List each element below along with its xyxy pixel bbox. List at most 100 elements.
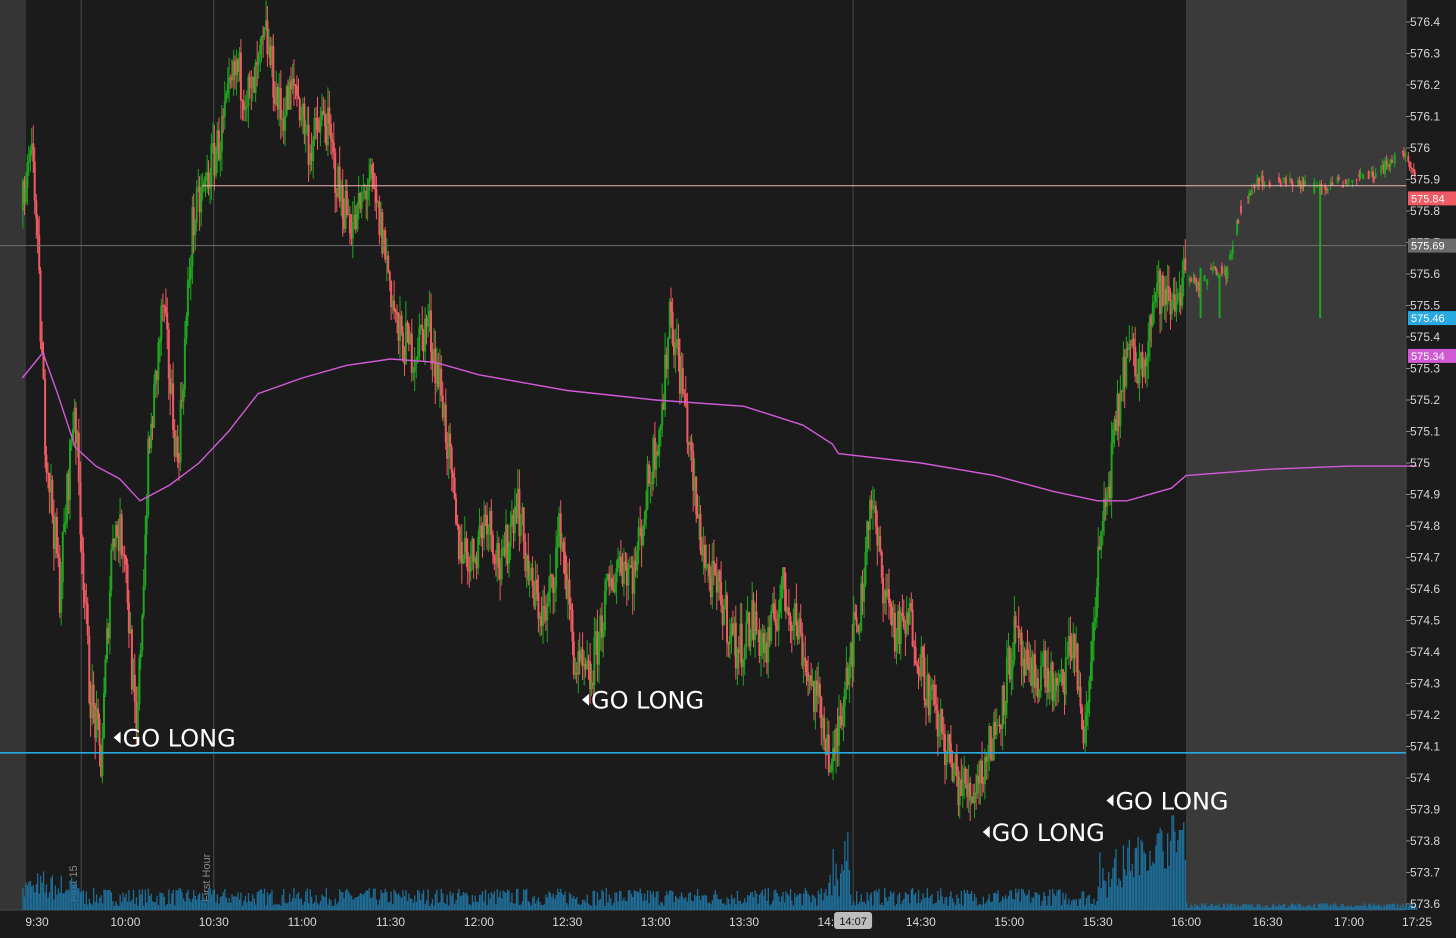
volume-bar xyxy=(464,893,466,910)
volume-bar xyxy=(483,901,485,910)
volume-bar xyxy=(1191,905,1193,910)
candle-body xyxy=(63,523,66,532)
volume-bar xyxy=(726,897,728,910)
candle-body xyxy=(466,552,469,571)
volume-bar xyxy=(129,901,132,910)
volume-bar xyxy=(350,895,353,910)
volume-bar xyxy=(954,904,957,910)
volume-bar xyxy=(779,901,781,910)
candle-body xyxy=(854,612,857,618)
volume-bar xyxy=(1025,895,1027,910)
volume-bar xyxy=(95,894,98,910)
volume-bar xyxy=(492,894,494,910)
volume-bar xyxy=(526,888,528,910)
candle-body xyxy=(153,384,156,428)
candle-body xyxy=(179,400,182,463)
volume-bar xyxy=(784,902,786,910)
volume-bar xyxy=(592,891,594,910)
volume-bar xyxy=(496,889,498,910)
volume-bar xyxy=(124,897,126,910)
volume-bar xyxy=(269,893,271,910)
volume-bar xyxy=(1022,889,1024,910)
volume-bar xyxy=(371,897,373,910)
volume-bar xyxy=(321,894,323,910)
volume-bar xyxy=(174,905,176,910)
volume-bar xyxy=(1108,871,1110,910)
volume-bar xyxy=(766,900,768,910)
candle-body xyxy=(26,162,29,188)
candle-body xyxy=(29,149,32,161)
candle-body xyxy=(1041,665,1044,667)
volume-bar xyxy=(1297,903,1299,910)
volume-bar xyxy=(1289,905,1291,910)
price-tag-label: 575.34 xyxy=(1411,351,1445,363)
volume-bar xyxy=(870,892,873,910)
volume-bar xyxy=(901,900,904,910)
volume-bar xyxy=(814,898,817,910)
volume-bar xyxy=(893,891,895,910)
candle-body xyxy=(452,472,454,478)
candle-body xyxy=(85,602,88,605)
volume-bar xyxy=(580,904,582,910)
volume-bar xyxy=(150,893,152,910)
candle-body xyxy=(182,389,185,401)
candle-body xyxy=(948,734,951,744)
candle-body xyxy=(1359,172,1362,177)
candle-body xyxy=(636,550,639,571)
candle-body xyxy=(986,755,989,762)
candle-body xyxy=(304,126,307,134)
volume-bar xyxy=(85,891,87,910)
candle-body xyxy=(964,768,967,784)
candle-body xyxy=(418,327,421,357)
volume-bar xyxy=(237,892,239,910)
y-tick-label: 575 xyxy=(1410,456,1430,470)
candle-body xyxy=(914,646,917,665)
volume-bar xyxy=(1135,847,1138,910)
volume-bar xyxy=(193,890,195,910)
volume-bar xyxy=(81,891,83,910)
volume-bar xyxy=(177,890,179,910)
volume-bar xyxy=(763,895,765,910)
volume-bar xyxy=(633,890,635,910)
candle-body xyxy=(1094,617,1097,623)
volume-bar xyxy=(187,890,189,910)
volume-bar xyxy=(74,883,76,910)
volume-bar xyxy=(1159,827,1161,910)
volume-bar xyxy=(199,892,201,910)
volume-bar xyxy=(1183,822,1185,910)
volume-bar xyxy=(1133,877,1135,910)
volume-bar xyxy=(587,903,590,910)
volume-bar xyxy=(890,891,892,910)
candle-body xyxy=(32,143,35,162)
volume-bar xyxy=(1335,905,1337,910)
volume-bar xyxy=(825,889,827,910)
volume-bar xyxy=(638,892,640,910)
volume-bar xyxy=(1406,905,1408,910)
volume-bar xyxy=(598,900,600,910)
volume-bar xyxy=(32,885,34,910)
candle-body xyxy=(101,738,104,777)
volume-bar xyxy=(271,889,273,910)
volume-bar xyxy=(135,897,138,910)
volume-bar xyxy=(993,893,995,910)
volume-bar xyxy=(956,894,958,910)
volume-bar xyxy=(1240,905,1242,910)
volume-bar xyxy=(738,901,740,910)
volume-bar xyxy=(213,889,216,910)
candle-body xyxy=(1087,702,1089,713)
price-chart[interactable]: First 15First Hour GO LONGGO LONGGO LONG… xyxy=(0,0,1456,938)
volume-bar xyxy=(227,902,229,910)
volume-bar xyxy=(231,894,233,910)
candle-body xyxy=(157,342,160,380)
candle-body xyxy=(159,339,161,343)
volume-bar xyxy=(944,897,946,910)
volume-bar xyxy=(1161,830,1163,910)
candle-body xyxy=(941,709,944,734)
volume-bar xyxy=(1343,906,1345,910)
candle-body xyxy=(297,95,300,100)
volume-bar xyxy=(204,902,207,910)
volume-bar xyxy=(369,898,372,910)
volume-bar xyxy=(1229,904,1231,910)
volume-bar xyxy=(424,903,426,910)
volume-bar xyxy=(315,895,317,910)
